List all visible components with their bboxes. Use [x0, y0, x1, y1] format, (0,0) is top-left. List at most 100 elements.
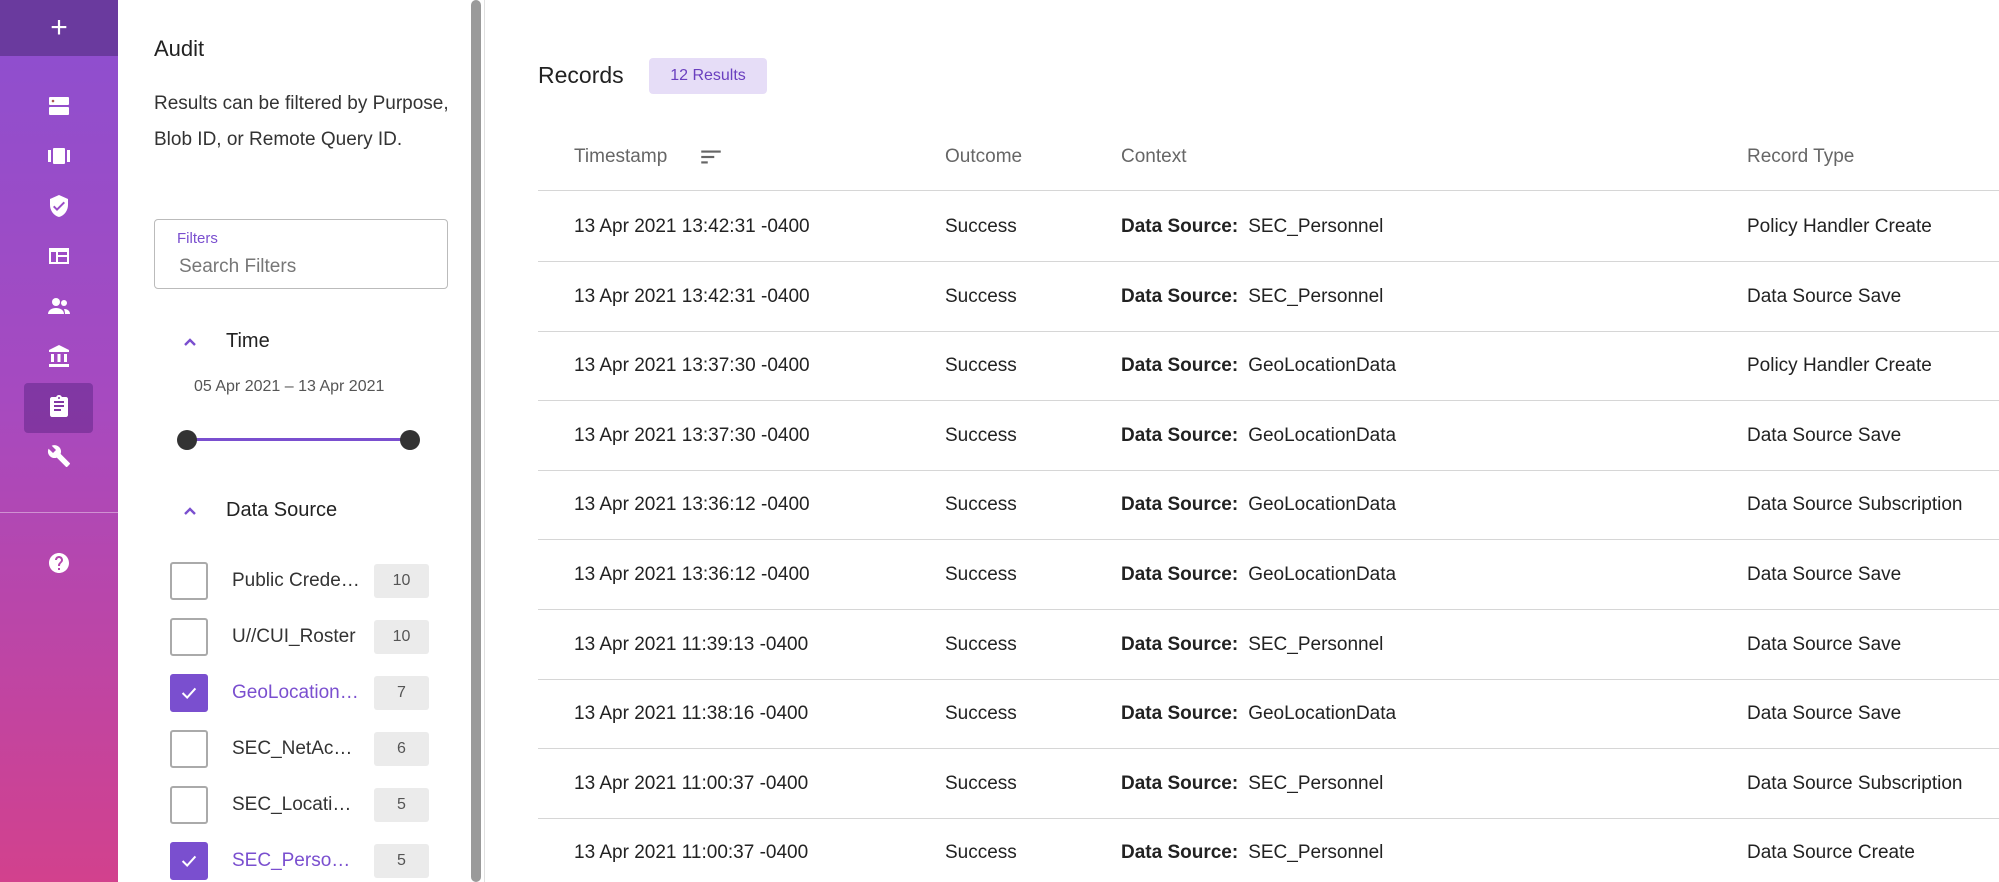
cell-record-type: Data Source Save — [1747, 424, 1902, 446]
data-source-name: Public Credentials — [232, 570, 360, 591]
cell-record-type: Data Source Save — [1747, 285, 1902, 307]
check-icon — [181, 855, 197, 868]
time-section-toggle[interactable]: Time — [180, 330, 270, 353]
context-label: Data Source: — [1121, 633, 1239, 655]
help-icon — [47, 551, 71, 580]
nav-item-audit[interactable] — [0, 383, 118, 433]
data-source-count-badge: 7 — [374, 676, 429, 710]
nav-item-help[interactable] — [0, 540, 118, 590]
checkbox[interactable] — [170, 786, 208, 824]
checkbox[interactable] — [170, 842, 208, 880]
users-icon — [47, 294, 71, 323]
cell-context: Data Source: SEC_Personnel — [1121, 634, 1383, 656]
context-value: SEC_Personnel — [1248, 633, 1384, 655]
data-source-section-toggle[interactable]: Data Source — [180, 499, 337, 522]
cell-record-type: Data Source Subscription — [1747, 494, 1963, 516]
cell-timestamp: 13 Apr 2021 13:42:31 -0400 — [574, 216, 810, 237]
cell-timestamp: 13 Apr 2021 11:00:37 -0400 — [574, 842, 809, 864]
time-slider-start-handle[interactable] — [177, 430, 197, 450]
time-slider-track[interactable] — [187, 438, 410, 441]
check-icon — [181, 687, 197, 700]
data-source-item[interactable]: GeoLocationData 7 — [170, 673, 430, 713]
cell-record-type: Data Source Save — [1747, 633, 1902, 655]
cards-icon — [47, 144, 71, 173]
table-row[interactable]: 13 Apr 2021 13:36:12 -0400 Success Data So… — [538, 540, 1999, 610]
table-row[interactable]: 13 Apr 2021 13:36:12 -0400 Success Data So… — [538, 470, 1999, 541]
context-value: GeoLocationData — [1248, 494, 1397, 516]
table-row[interactable]: 13 Apr 2021 13:37:30 -0400 Success Data So… — [538, 331, 1999, 402]
data-source-name: GeoLocationData — [232, 682, 360, 703]
panel-scrollbar[interactable] — [471, 0, 481, 882]
nav-item-bank[interactable] — [0, 333, 118, 383]
cell-context: Data Source: GeoLocationData — [1121, 703, 1396, 725]
column-header-timestamp[interactable]: Timestamp — [574, 146, 667, 168]
cell-outcome: Success — [945, 285, 1017, 307]
search-filters-input[interactable] — [179, 254, 429, 280]
nav-item-tools[interactable] — [0, 433, 118, 483]
chevron-up-icon — [180, 332, 200, 352]
nav-rail: + — [0, 0, 118, 882]
cell-outcome: Success — [945, 633, 1017, 655]
add-button[interactable]: + — [0, 0, 118, 56]
cell-record-type: Policy Handler Create — [1747, 355, 1932, 377]
cell-outcome: Success — [945, 355, 1017, 377]
context-label: Data Source: — [1121, 564, 1239, 585]
table-row[interactable]: 13 Apr 2021 11:39:13 -0400 Success Data So… — [538, 610, 1999, 680]
data-source-count-badge: 6 — [374, 732, 429, 766]
nav-item-servers[interactable] — [0, 83, 118, 133]
table-row[interactable]: 13 Apr 2021 11:00:37 -0400 Success Data So… — [538, 749, 1999, 819]
data-source-name: SEC_Personnel — [232, 850, 360, 871]
data-source-item[interactable]: SEC_NetAccess 6 — [170, 729, 430, 769]
context-value: GeoLocationData — [1248, 564, 1397, 585]
checkbox[interactable] — [170, 562, 208, 600]
filter-field[interactable]: Filters — [154, 219, 448, 289]
table-row[interactable]: 13 Apr 2021 13:37:30 -0400 Success Data So… — [538, 401, 1999, 471]
panel-description: Results can be filtered by Purpose, Blob… — [154, 93, 449, 150]
table-row[interactable]: 13 Apr 2021 11:00:37 -0400 Success Data So… — [538, 818, 1999, 882]
data-source-item[interactable]: U//CUI_Roster 10 — [170, 617, 430, 657]
context-label: Data Source: — [1121, 772, 1239, 794]
nav-item-table[interactable] — [0, 233, 118, 283]
data-source-item[interactable]: SEC_Personnel 5 — [170, 841, 430, 881]
nav-item-cards[interactable] — [0, 133, 118, 183]
shield-check-icon — [47, 194, 71, 223]
nav-item-users[interactable] — [0, 283, 118, 333]
results-count-badge: 12 Results — [649, 58, 767, 94]
data-source-name: SEC_Locations — [232, 794, 360, 815]
checkbox[interactable] — [170, 674, 208, 712]
nav-item-security[interactable] — [0, 183, 118, 233]
servers-icon — [47, 94, 71, 123]
context-label: Data Source: — [1121, 494, 1239, 516]
context-label: Data Source: — [1121, 285, 1239, 307]
data-source-section-label: Data Source — [226, 499, 338, 521]
context-label: Data Source: — [1121, 703, 1239, 725]
cell-timestamp: 13 Apr 2021 11:00:37 -0400 — [574, 772, 809, 794]
cell-outcome: Success — [945, 424, 1017, 446]
time-slider-end-handle[interactable] — [400, 430, 420, 450]
rail-divider — [0, 512, 118, 513]
data-source-item[interactable]: Public Credentials 10 — [170, 561, 430, 601]
cell-context: Data Source: SEC_Personnel — [1121, 842, 1383, 864]
cell-timestamp: 13 Apr 2021 13:36:12 -0400 — [574, 564, 810, 585]
sort-icon[interactable] — [698, 144, 724, 170]
data-source-item[interactable]: SEC_Locations 5 — [170, 785, 430, 825]
cell-outcome: Success — [945, 703, 1017, 725]
column-header-context: Context — [1121, 146, 1187, 167]
cell-timestamp: 13 Apr 2021 13:37:30 -0400 — [574, 355, 810, 377]
cell-context: Data Source: SEC_Personnel — [1121, 773, 1383, 795]
checkbox[interactable] — [170, 730, 208, 768]
context-value: SEC_Personnel — [1248, 842, 1384, 864]
table-row[interactable]: 13 Apr 2021 13:42:31 -0400 Success Data So… — [538, 262, 1999, 332]
context-label: Data Source: — [1121, 355, 1239, 377]
cell-outcome: Success — [945, 772, 1017, 794]
panel-title: Audit — [154, 36, 205, 61]
cell-timestamp: 13 Apr 2021 11:38:16 -0400 — [574, 703, 809, 725]
checkbox[interactable] — [170, 618, 208, 656]
data-source-name: SEC_NetAccess — [232, 738, 360, 759]
table-row[interactable]: 13 Apr 2021 13:42:31 -0400 Success Data So… — [538, 192, 1999, 262]
cell-record-type: Data Source Subscription — [1747, 772, 1963, 794]
cell-outcome: Success — [945, 216, 1017, 237]
cell-context: Data Source: GeoLocationData — [1121, 425, 1396, 447]
table-row[interactable]: 13 Apr 2021 11:38:16 -0400 Success Data So… — [538, 679, 1999, 750]
context-label: Data Source: — [1121, 216, 1239, 237]
